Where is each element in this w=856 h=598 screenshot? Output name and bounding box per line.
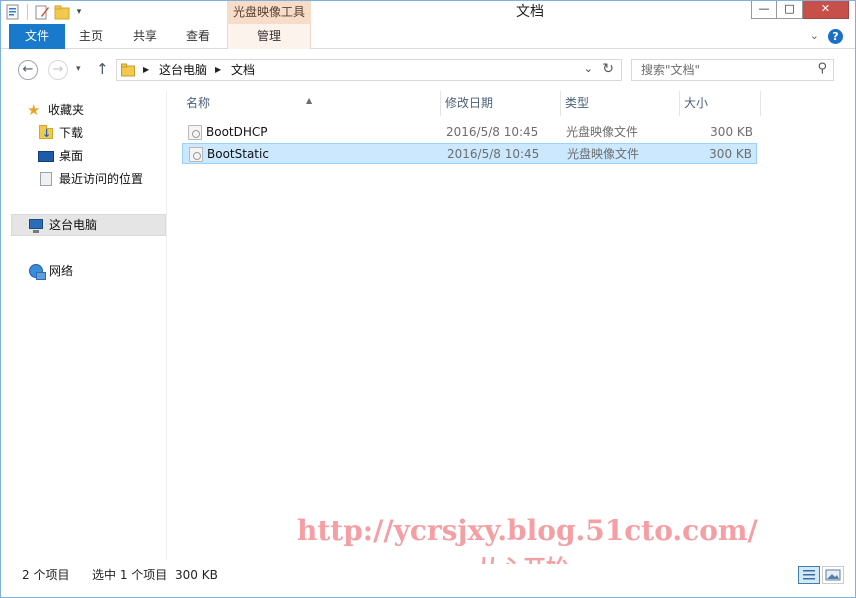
large-icons-view-button[interactable] [822, 566, 844, 584]
file-name: BootStatic [207, 147, 269, 161]
sidebar-item-label: 最近访问的位置 [59, 172, 144, 186]
expand-ribbon-icon[interactable]: ⌄ [810, 29, 819, 42]
file-type: 光盘映像文件 [566, 125, 639, 139]
forward-button[interactable]: → [48, 60, 68, 80]
file-size: 300 KB [710, 125, 753, 139]
file-name: BootDHCP [206, 125, 268, 139]
sidebar-item-this-pc[interactable]: 这台电脑 [11, 214, 166, 236]
sidebar-item-label: 桌面 [59, 149, 84, 163]
status-selected-size: 300 KB [175, 568, 218, 582]
navigation-pane: ★ 收藏夹 ↓ 下载 桌面 最近访问的位置 这台电脑 网络 [1, 91, 167, 561]
file-size: 300 KB [709, 147, 752, 161]
file-row-selected[interactable]: BootStatic 2016/5/8 10:45 光盘映像文件 300 KB [182, 143, 757, 164]
search-input[interactable]: 搜索"文档" ⚲ [631, 59, 834, 81]
sort-ascending-icon: ▲ [306, 96, 313, 105]
sidebar-item-downloads[interactable]: ↓ 下载 [38, 122, 83, 144]
details-view-icon [803, 570, 815, 580]
computer-icon [28, 217, 44, 233]
customize-toolbar-dropdown-icon[interactable]: ▾ [74, 7, 84, 17]
status-bar: 2 个项目 选中 1 个项目 300 KB [1, 564, 855, 587]
watermark-url: http://ycrsjxy.blog.51cto.com/ [297, 514, 758, 547]
recent-places-icon [38, 171, 54, 187]
address-bar[interactable]: ▶ 这台电脑 ▶ 文档 ⌄ ↻ [116, 59, 622, 81]
properties-icon[interactable] [5, 4, 21, 20]
window-controls: — □ ✕ [751, 1, 849, 19]
title-bar: ▾ 光盘映像工具 文档 — □ ✕ [1, 1, 855, 24]
sidebar-item-label: 收藏夹 [48, 103, 85, 117]
status-item-count: 2 个项目 [22, 568, 70, 582]
tab-share[interactable]: 共享 [123, 24, 167, 49]
column-name-label: 名称 [186, 96, 211, 110]
search-placeholder: 搜索"文档" [641, 63, 701, 77]
large-icons-view-icon [825, 569, 841, 581]
minimize-button[interactable]: — [751, 1, 777, 19]
ribbon-tabs: 文件 主页 共享 查看 管理 ⌄ ? [1, 24, 855, 49]
file-type: 光盘映像文件 [567, 147, 640, 161]
context-tab-group-label: 光盘映像工具 [227, 1, 311, 24]
file-date: 2016/5/8 10:45 [447, 147, 540, 161]
breadcrumb-separator-icon[interactable]: ▶ [215, 60, 221, 80]
tab-home[interactable]: 主页 [69, 24, 113, 49]
explorer-window: ▾ 光盘映像工具 文档 — □ ✕ 文件 主页 共享 查看 管理 ⌄ ? ← →… [0, 0, 856, 598]
tab-manage[interactable]: 管理 [227, 24, 311, 49]
new-folder-icon[interactable] [54, 4, 70, 20]
sidebar-item-desktop[interactable]: 桌面 [38, 145, 83, 167]
close-button[interactable]: ✕ [803, 1, 849, 19]
file-row[interactable]: BootDHCP 2016/5/8 10:45 光盘映像文件 300 KB [182, 122, 757, 143]
breadcrumb-this-pc[interactable]: 这台电脑 [159, 60, 207, 80]
back-button[interactable]: ← [18, 60, 38, 80]
details-view-button[interactable] [798, 566, 820, 584]
disc-image-file-icon [189, 147, 203, 162]
column-size[interactable]: 大小 [680, 91, 761, 116]
column-header: ▲ 名称 修改日期 类型 大小 [182, 91, 761, 116]
recent-locations-dropdown-icon[interactable]: ▾ [76, 64, 81, 74]
up-button[interactable]: ↑ [96, 60, 109, 78]
tab-view[interactable]: 查看 [176, 24, 220, 49]
status-selected-count: 选中 1 个项目 [92, 568, 168, 582]
sidebar-item-label: 这台电脑 [49, 218, 98, 232]
address-dropdown-icon[interactable]: ⌄ [584, 62, 593, 75]
folder-icon [121, 63, 135, 77]
sidebar-item-label: 下载 [59, 126, 84, 140]
breadcrumb-documents[interactable]: 文档 [231, 60, 255, 80]
help-icon[interactable]: ? [828, 29, 843, 44]
quick-access-toolbar: ▾ [5, 3, 84, 21]
breadcrumb-separator-icon[interactable]: ▶ [143, 60, 149, 80]
sidebar-item-favorites[interactable]: ★ 收藏夹 [27, 99, 84, 121]
edit-icon[interactable] [34, 4, 50, 20]
star-icon: ★ [27, 101, 41, 119]
file-date: 2016/5/8 10:45 [446, 125, 539, 139]
desktop-icon [38, 148, 54, 164]
sidebar-item-network[interactable]: 网络 [28, 260, 73, 282]
sidebar-item-label: 网络 [49, 264, 74, 278]
tab-file[interactable]: 文件 [9, 24, 65, 49]
column-type[interactable]: 类型 [561, 91, 680, 116]
search-icon[interactable]: ⚲ [817, 61, 827, 76]
downloads-folder-icon: ↓ [38, 125, 54, 141]
window-title: 文档 [516, 4, 544, 20]
column-name[interactable]: ▲ 名称 [182, 91, 441, 116]
sidebar-item-recent-places[interactable]: 最近访问的位置 [38, 168, 143, 190]
refresh-icon[interactable]: ↻ [602, 61, 614, 77]
column-date-modified[interactable]: 修改日期 [441, 91, 561, 116]
network-icon [28, 263, 46, 280]
disc-image-file-icon [188, 125, 202, 140]
toolbar-separator [27, 4, 28, 20]
maximize-button[interactable]: □ [777, 1, 803, 19]
navigation-bar: ← → ▾ ↑ ▶ 这台电脑 ▶ 文档 ⌄ ↻ 搜索"文档" ⚲ [1, 49, 855, 91]
